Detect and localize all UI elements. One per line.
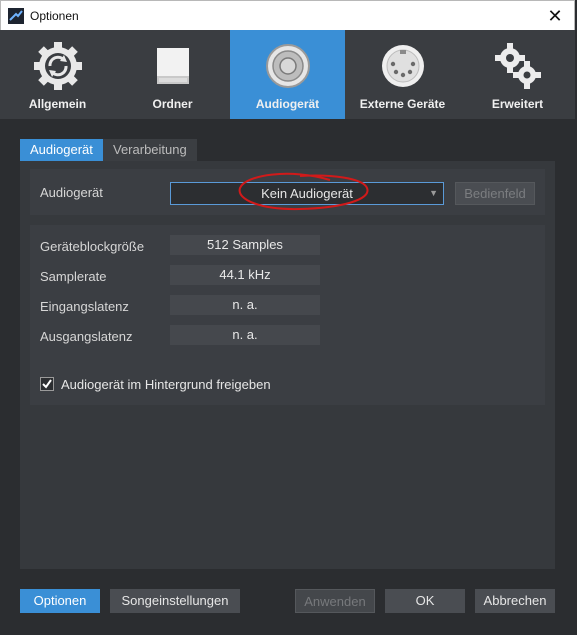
speaker-icon: [265, 44, 310, 88]
song-settings-button[interactable]: Songeinstellungen: [110, 589, 240, 613]
subtab-verarbeitung[interactable]: Verarbeitung: [103, 139, 197, 161]
category-label: Erweitert: [491, 97, 544, 111]
category-label: Allgemein: [28, 97, 87, 111]
background-release-label: Audiogerät im Hintergrund freigeben: [61, 377, 271, 392]
control-panel-button[interactable]: Bedienfeld: [455, 182, 535, 205]
window-title: Optionen: [30, 9, 79, 23]
audio-device-select[interactable]: Kein Audiogerät ▼: [170, 182, 444, 205]
apply-button[interactable]: Anwenden: [295, 589, 375, 613]
options-button[interactable]: Optionen: [20, 589, 100, 613]
background-release-checkbox[interactable]: [40, 377, 54, 391]
setting-label: Eingangslatenz: [40, 299, 129, 314]
refresh-gear-icon: [33, 42, 82, 90]
app-icon: [8, 8, 24, 24]
content-area: Audiogerät Verarbeitung Audiogerät Kein …: [1, 119, 575, 634]
midi-connector-icon: [381, 45, 424, 87]
device-info-group: Geräteblockgröße 512 Samples Samplerate …: [30, 225, 545, 405]
close-icon: ✕: [547, 6, 563, 26]
category-bar: Allgemein Ordner Audiogerät Externe Gerä…: [0, 30, 575, 119]
category-label: Audiogerät: [255, 97, 320, 111]
cancel-button[interactable]: Abbrechen: [475, 589, 555, 613]
subtab-audiogeraet[interactable]: Audiogerät: [20, 139, 103, 161]
ok-button[interactable]: OK: [385, 589, 465, 613]
setting-label: Geräteblockgröße: [40, 239, 145, 254]
setting-value: n. a.: [170, 295, 320, 315]
close-button[interactable]: ✕: [544, 5, 566, 27]
chevron-down-icon: ▼: [429, 188, 438, 198]
drive-icon: [156, 48, 189, 84]
category-allgemein[interactable]: Allgemein: [0, 30, 115, 119]
title-bar: Optionen ✕: [0, 0, 575, 30]
checkmark-icon: [42, 379, 52, 389]
category-label: Ordner: [152, 97, 193, 111]
setting-label: Ausgangslatenz: [40, 329, 133, 344]
audio-device-value: Kein Audiogerät: [261, 186, 353, 201]
category-ordner[interactable]: Ordner: [115, 30, 230, 119]
category-audiogeraet[interactable]: Audiogerät: [230, 30, 345, 119]
setting-value: n. a.: [170, 325, 320, 345]
category-externe-geraete[interactable]: Externe Geräte: [345, 30, 460, 119]
gears-icon: [494, 43, 541, 89]
setting-label: Samplerate: [40, 269, 107, 284]
category-label: Externe Geräte: [359, 97, 446, 111]
audio-device-panel: Audiogerät Kein Audiogerät ▼ Bedienfeld …: [20, 161, 555, 569]
category-erweitert[interactable]: Erweitert: [460, 30, 575, 119]
setting-value: 512 Samples: [170, 235, 320, 255]
setting-value: 44.1 kHz: [170, 265, 320, 285]
device-label: Audiogerät: [40, 185, 103, 200]
